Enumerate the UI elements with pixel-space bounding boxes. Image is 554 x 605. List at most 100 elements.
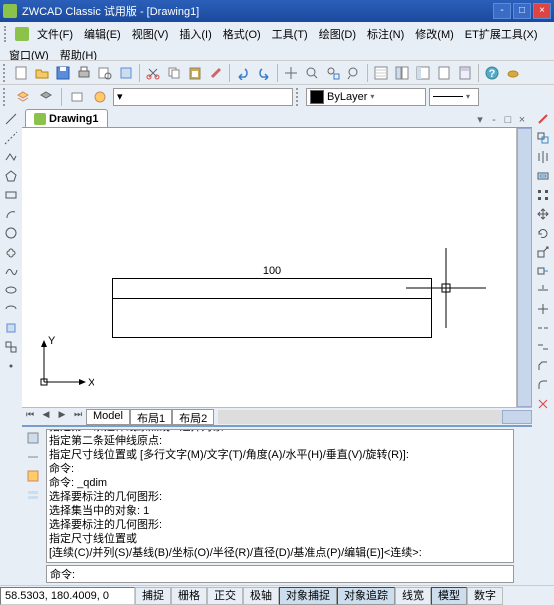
command-scrollbar[interactable] bbox=[516, 427, 532, 585]
grip-icon[interactable] bbox=[3, 88, 9, 106]
drawing-canvas[interactable]: 100 Y X bbox=[22, 128, 516, 407]
polygon-tool[interactable] bbox=[2, 167, 20, 185]
status-toggle[interactable]: 正交 bbox=[207, 587, 243, 605]
scale-tool[interactable] bbox=[534, 243, 552, 261]
layout-last-button[interactable]: ⏭ bbox=[70, 409, 86, 425]
preview-button[interactable] bbox=[95, 63, 115, 83]
app-icon[interactable] bbox=[13, 25, 31, 43]
status-toggle[interactable]: 数字 bbox=[467, 587, 503, 605]
join-tool[interactable] bbox=[534, 338, 552, 356]
ellipse-tool[interactable] bbox=[2, 281, 20, 299]
undo-button[interactable] bbox=[233, 63, 253, 83]
cmd-tool-4[interactable] bbox=[24, 486, 42, 504]
arc-tool[interactable] bbox=[2, 205, 20, 223]
menu-item[interactable]: 插入(I) bbox=[174, 24, 216, 44]
zoom-prev-button[interactable] bbox=[344, 63, 364, 83]
status-toggle[interactable]: 栅格 bbox=[171, 587, 207, 605]
status-toggle[interactable]: 线宽 bbox=[395, 587, 431, 605]
block-tool[interactable] bbox=[2, 338, 20, 356]
grip-icon[interactable] bbox=[296, 88, 302, 106]
spline-tool[interactable] bbox=[2, 262, 20, 280]
layout-tab[interactable]: Model bbox=[86, 409, 130, 425]
save-button[interactable] bbox=[53, 63, 73, 83]
properties-button[interactable] bbox=[371, 63, 391, 83]
break-tool[interactable] bbox=[534, 319, 552, 337]
pan-button[interactable] bbox=[281, 63, 301, 83]
layout-next-button[interactable]: ▶ bbox=[54, 409, 70, 425]
fillet-tool[interactable] bbox=[534, 376, 552, 394]
stretch-tool[interactable] bbox=[534, 262, 552, 280]
revcloud-tool[interactable] bbox=[2, 243, 20, 261]
mirror-tool[interactable] bbox=[534, 148, 552, 166]
move-tool[interactable] bbox=[534, 205, 552, 223]
color-dropdown[interactable]: ByLayer ▾ bbox=[306, 88, 426, 106]
status-toggle[interactable]: 捕捉 bbox=[135, 587, 171, 605]
menu-item[interactable]: 修改(M) bbox=[410, 24, 459, 44]
open-button[interactable] bbox=[32, 63, 52, 83]
grip-icon[interactable] bbox=[3, 64, 9, 82]
sheet-button[interactable] bbox=[434, 63, 454, 83]
tab-restore-button[interactable]: □ bbox=[501, 113, 515, 127]
line-tool[interactable] bbox=[2, 110, 20, 128]
erase-tool[interactable] bbox=[534, 110, 552, 128]
tab-close-button[interactable]: × bbox=[515, 113, 529, 127]
layer-state-button[interactable] bbox=[67, 87, 87, 107]
menu-item[interactable]: 绘图(D) bbox=[314, 24, 361, 44]
layer-iso-button[interactable] bbox=[90, 87, 110, 107]
print-button[interactable] bbox=[74, 63, 94, 83]
design-center-button[interactable] bbox=[392, 63, 412, 83]
chamfer-tool[interactable] bbox=[534, 357, 552, 375]
explode-tool[interactable] bbox=[534, 395, 552, 413]
zoom-window-button[interactable] bbox=[323, 63, 343, 83]
insert-tool[interactable] bbox=[2, 319, 20, 337]
rect-tool[interactable] bbox=[2, 186, 20, 204]
layout-tab[interactable]: 布局2 bbox=[172, 409, 214, 425]
calc-button[interactable] bbox=[455, 63, 475, 83]
layout-prev-button[interactable]: ◀ bbox=[38, 409, 54, 425]
menu-item[interactable]: 格式(O) bbox=[218, 24, 266, 44]
menu-item[interactable]: 视图(V) bbox=[127, 24, 174, 44]
tab-dropdown-button[interactable]: ▾ bbox=[473, 113, 487, 127]
extend-tool[interactable] bbox=[534, 300, 552, 318]
status-toggle[interactable]: 极轴 bbox=[243, 587, 279, 605]
paste-button[interactable] bbox=[185, 63, 205, 83]
ellipsearc-tool[interactable] bbox=[2, 300, 20, 318]
offset-tool[interactable] bbox=[534, 167, 552, 185]
document-tab[interactable]: Drawing1 bbox=[25, 109, 108, 127]
point-tool[interactable] bbox=[2, 357, 20, 375]
layout-tab[interactable]: 布局1 bbox=[130, 409, 172, 425]
maximize-button[interactable]: □ bbox=[513, 3, 531, 19]
status-toggle[interactable]: 模型 bbox=[431, 587, 467, 605]
menu-item[interactable]: ET扩展工具(X) bbox=[460, 24, 543, 44]
command-input[interactable]: 命令: bbox=[46, 565, 514, 583]
status-toggle[interactable]: 对象追踪 bbox=[337, 587, 395, 605]
tool-palette-button[interactable] bbox=[413, 63, 433, 83]
command-history[interactable]: 命令:命令:命令: _dimlinear指定第一条延伸线原点或 <选择对象>:指… bbox=[46, 429, 514, 563]
cmd-tool-3[interactable] bbox=[24, 467, 42, 485]
menu-item[interactable]: 编辑(E) bbox=[79, 24, 126, 44]
help-button[interactable]: ? bbox=[482, 63, 502, 83]
pline-tool[interactable] bbox=[2, 148, 20, 166]
xline-tool[interactable] bbox=[2, 129, 20, 147]
copy-tool[interactable] bbox=[534, 129, 552, 147]
menu-item[interactable]: 文件(F) bbox=[32, 24, 78, 44]
match-button[interactable] bbox=[206, 63, 226, 83]
layer-dropdown[interactable]: ▾ bbox=[113, 88, 293, 106]
cloud-button[interactable] bbox=[503, 63, 523, 83]
layer-button[interactable] bbox=[13, 87, 33, 107]
vertical-scrollbar[interactable] bbox=[516, 128, 532, 407]
grip-icon[interactable] bbox=[4, 26, 10, 42]
array-tool[interactable] bbox=[534, 186, 552, 204]
trim-tool[interactable] bbox=[534, 281, 552, 299]
layer-prev-button[interactable] bbox=[36, 87, 56, 107]
cmd-tool-1[interactable] bbox=[24, 429, 42, 447]
redo-button[interactable] bbox=[254, 63, 274, 83]
zoom-rt-button[interactable] bbox=[302, 63, 322, 83]
horizontal-scrollbar[interactable] bbox=[218, 410, 532, 424]
minimize-button[interactable]: - bbox=[493, 3, 511, 19]
publish-button[interactable] bbox=[116, 63, 136, 83]
layout-first-button[interactable]: ⏮ bbox=[22, 409, 38, 425]
tab-minimize-button[interactable]: - bbox=[487, 113, 501, 127]
close-button[interactable]: × bbox=[533, 3, 551, 19]
cmd-tool-2[interactable] bbox=[24, 448, 42, 466]
